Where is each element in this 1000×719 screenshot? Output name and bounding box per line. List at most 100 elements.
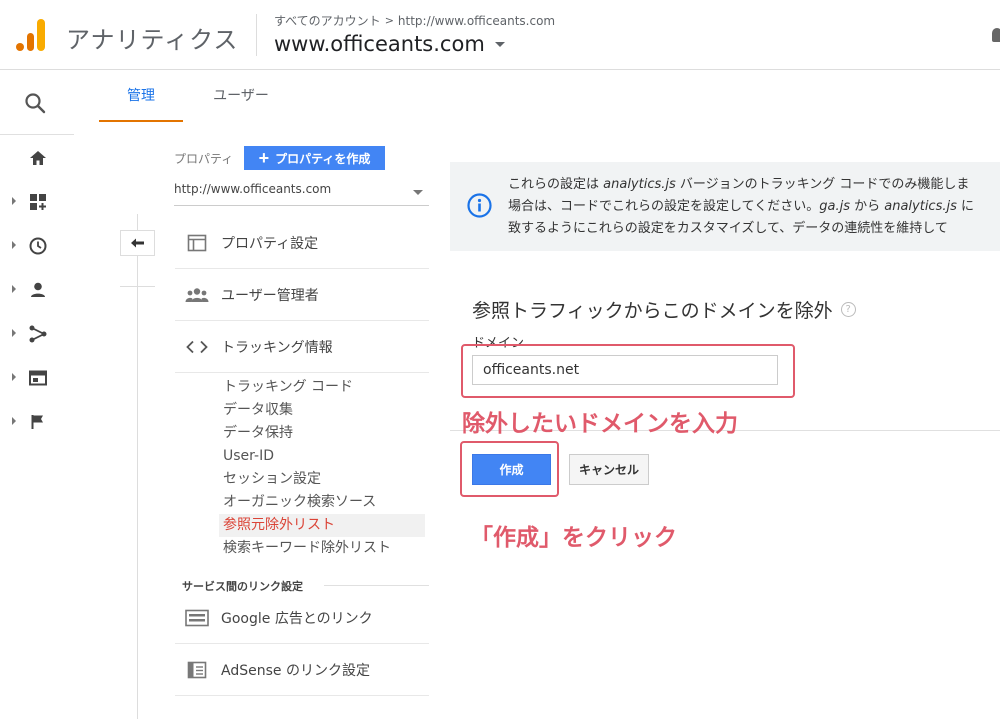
property-selector[interactable]: http://www.officeants.com — [174, 182, 429, 206]
help-icon[interactable]: ? — [840, 302, 856, 317]
caret-down-icon — [494, 41, 505, 47]
sub-item-data-collection[interactable]: データ収集 — [223, 399, 425, 422]
property-selected: http://www.officeants.com — [174, 182, 332, 196]
header-divider — [256, 14, 257, 56]
clock-icon — [29, 237, 47, 255]
dashboard-add-icon — [30, 194, 46, 210]
app-header: アナリティクス すべてのアカウント > http://www.officeant… — [0, 0, 1000, 70]
column-track-tick — [120, 286, 155, 287]
sub-item-organic-sources[interactable]: オーガニック検索ソース — [223, 491, 425, 514]
nav-tracking-info[interactable]: トラッキング情報 — [175, 321, 429, 373]
acquisition-icon — [29, 325, 47, 343]
sub-item-search-term-exclusion[interactable]: 検索キーワード除外リスト — [223, 537, 425, 560]
info-line-2c: から — [849, 199, 885, 214]
form-title: 参照トラフィックからこのドメインを除外 ? — [472, 296, 856, 323]
info-line-2e: に — [956, 199, 975, 214]
code-brackets-icon — [185, 336, 209, 358]
expand-arrow-icon — [12, 329, 16, 337]
rail-audience[interactable] — [0, 276, 74, 304]
nav-next-link-item[interactable] — [175, 696, 429, 719]
sub-item-data-retention[interactable]: データ保持 — [223, 422, 425, 445]
tab-user[interactable]: ユーザー — [191, 70, 291, 122]
nav-property-settings[interactable]: プロパティ設定 — [175, 217, 429, 269]
google-ads-icon — [185, 607, 209, 629]
rail-home[interactable] — [0, 144, 74, 172]
nav-adsense-label: AdSense のリンク設定 — [221, 662, 370, 679]
info-line-1a: これらの設定は — [508, 177, 604, 192]
search-icon[interactable] — [24, 92, 46, 114]
rail-behavior[interactable] — [0, 364, 74, 392]
cancel-button[interactable]: キャンセル — [569, 454, 649, 485]
info-line-1b: analytics.js — [603, 177, 676, 192]
tab-admin[interactable]: 管理 — [99, 70, 183, 122]
sub-item-tracking-code[interactable]: トラッキング コード — [223, 376, 425, 399]
arrow-left-icon — [130, 238, 144, 248]
app-title: アナリティクス — [66, 26, 239, 54]
analytics-logo-icon[interactable] — [16, 18, 46, 52]
annotation-input-hint: 除外したいドメインを入力 — [462, 411, 738, 437]
nav-user-management[interactable]: ユーザー管理者 — [175, 269, 429, 321]
info-line-2d: analytics.js — [884, 199, 957, 214]
info-line-1c: バージョンのトラッキング コードでのみ機能しま — [675, 177, 970, 192]
caret-down-icon — [413, 190, 423, 195]
adsense-icon — [185, 659, 209, 681]
annotation-box-input — [461, 344, 795, 398]
nav-adsense[interactable]: AdSense のリンク設定 — [175, 644, 429, 696]
info-icon — [467, 193, 492, 218]
info-line-3: 致するようにこれらの設定をカスタマイズして、データの連続性を維持して — [508, 221, 948, 236]
plus-icon: + — [258, 148, 270, 168]
tracking-sub-list: トラッキング コード データ収集 データ保持 User-ID セッション設定 オ… — [219, 376, 425, 560]
expand-arrow-icon — [12, 285, 16, 293]
back-button[interactable] — [120, 230, 155, 256]
admin-content: プロパティ + プロパティを作成 http://www.officeants.c… — [99, 122, 1000, 719]
rail-acquisition[interactable] — [0, 320, 74, 348]
sub-item-referral-exclusion[interactable]: 参照元除外リスト — [219, 514, 425, 537]
expand-arrow-icon — [12, 197, 16, 205]
nav-user-management-label: ユーザー管理者 — [221, 287, 319, 304]
left-rail — [0, 70, 74, 719]
property-label: プロパティ — [174, 152, 234, 166]
rail-conversions[interactable] — [0, 408, 74, 436]
info-line-2: 場合は、コードでこれらの設定を設定してください。ga.js から analyti… — [508, 196, 974, 218]
chevron-right-icon: > — [384, 14, 394, 27]
info-line-1: これらの設定は analytics.js バージョンのトラッキング コードでのみ… — [508, 174, 974, 196]
nav-google-ads[interactable]: Google 広告とのリンク — [175, 592, 429, 644]
flag-icon — [31, 415, 43, 429]
expand-arrow-icon — [12, 373, 16, 381]
nav-google-ads-label: Google 広告とのリンク — [221, 610, 373, 627]
info-line-2b: ga.js — [819, 199, 850, 214]
nav-tracking-info-label: トラッキング情報 — [221, 340, 333, 356]
section-rule — [324, 585, 429, 586]
info-banner: これらの設定は analytics.js バージョンのトラッキング コードでのみ… — [450, 162, 1000, 251]
nav-property-settings-label: プロパティ設定 — [221, 235, 319, 252]
sub-item-session-settings[interactable]: セッション設定 — [223, 468, 425, 491]
top-tabs: 管理 ユーザー — [99, 70, 1000, 122]
info-text: これらの設定は analytics.js バージョンのトラッキング コードでのみ… — [508, 174, 974, 240]
rail-realtime[interactable] — [0, 232, 74, 260]
expand-arrow-icon — [12, 241, 16, 249]
breadcrumb: すべてのアカウント > http://www.officeants.com — [274, 12, 555, 29]
nav-divider — [175, 372, 429, 373]
breadcrumb-account[interactable]: http://www.officeants.com — [398, 14, 555, 28]
create-property-label: プロパティを作成 — [275, 151, 371, 166]
info-line-2a: 場合は、コードでこれらの設定を設定してください。 — [508, 199, 820, 214]
account-name: www.officeants.com — [274, 32, 485, 56]
rail-divider — [0, 134, 74, 135]
property-settings-icon — [185, 232, 209, 254]
annotation-box-create — [460, 441, 559, 497]
sub-item-user-id[interactable]: User-ID — [223, 445, 425, 468]
annotation-click-hint: 「作成」をクリック — [470, 525, 677, 551]
create-property-button[interactable]: + プロパティを作成 — [244, 146, 385, 170]
form-title-text: 参照トラフィックからこのドメインを除外 — [472, 300, 833, 322]
people-icon — [185, 284, 209, 306]
column-track — [137, 214, 138, 719]
breadcrumb-root[interactable]: すべてのアカウント — [274, 12, 381, 29]
link-item-icon — [185, 711, 209, 719]
notification-bell-icon[interactable] — [992, 28, 1000, 42]
behavior-icon — [29, 370, 47, 386]
home-icon — [30, 151, 46, 165]
person-icon — [31, 282, 45, 297]
account-selector[interactable]: www.officeants.com — [274, 32, 505, 56]
rail-customization[interactable] — [0, 188, 74, 216]
expand-arrow-icon — [12, 417, 16, 425]
